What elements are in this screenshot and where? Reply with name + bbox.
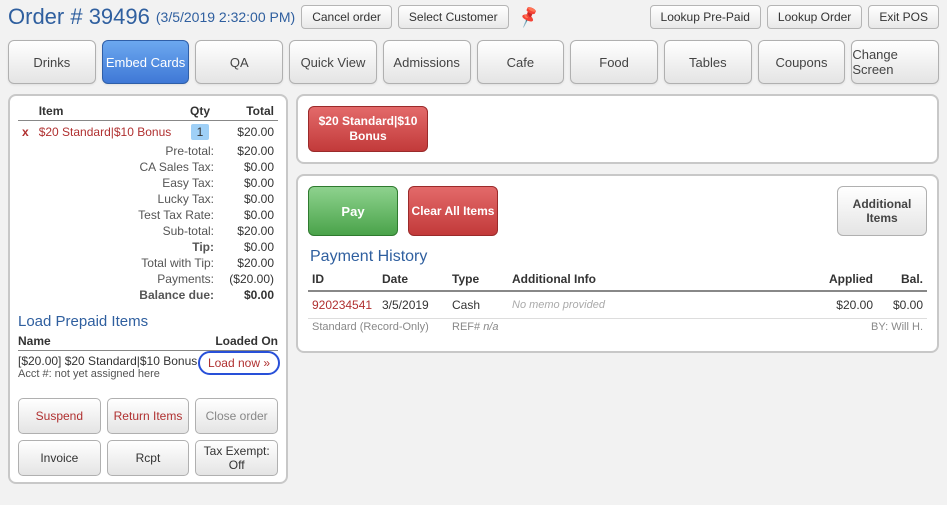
product-box: $20 Standard|$10 Bonus — [296, 94, 939, 164]
ph-col-type: Type — [448, 268, 508, 291]
prepaid-item: [$20.00] $20 Standard|$10 Bonus Acct #: … — [18, 351, 278, 380]
col-item: Item — [35, 102, 182, 121]
total-tip-value: $20.00 — [218, 255, 278, 271]
payment-ref-label: REF# — [452, 321, 480, 333]
col-total: Total — [218, 102, 278, 121]
payments-label: Payments: — [35, 271, 218, 287]
payments-value: ($20.00) — [218, 271, 278, 287]
exit-pos-button[interactable]: Exit POS — [868, 5, 939, 29]
tab-tables[interactable]: Tables — [664, 40, 752, 84]
sub-total-value: $20.00 — [218, 223, 278, 239]
invoice-button[interactable]: Invoice — [18, 440, 101, 476]
tab-quick-view[interactable]: Quick View — [289, 40, 377, 84]
ph-col-bal: Bal. — [877, 268, 927, 291]
pin-icon[interactable]: 📌 — [512, 3, 545, 31]
easy-tax-label: Easy Tax: — [35, 175, 218, 191]
payment-bal: $0.00 — [877, 291, 927, 319]
payment-history-title: Payment History — [310, 248, 927, 266]
payment-memo: No memo provided — [508, 291, 807, 319]
clear-all-button[interactable]: Clear All Items — [408, 186, 498, 236]
suspend-button[interactable]: Suspend — [18, 398, 101, 434]
lookup-order-button[interactable]: Lookup Order — [767, 5, 862, 29]
order-timestamp: (3/5/2019 2:32:00 PM) — [156, 9, 295, 25]
order-title: Order # 39496 — [8, 4, 150, 30]
line-item[interactable]: x $20 Standard|$10 Bonus 1 $20.00 — [18, 121, 278, 144]
prepaid-title: Load Prepaid Items — [18, 313, 278, 330]
tax-exempt-button[interactable]: Tax Exempt: Off — [195, 440, 278, 476]
tab-embed-cards[interactable]: Embed Cards — [102, 40, 190, 84]
line-item-total: $20.00 — [218, 121, 278, 144]
rcpt-button[interactable]: Rcpt — [107, 440, 190, 476]
ca-tax-value: $0.00 — [218, 159, 278, 175]
tab-qa[interactable]: QA — [195, 40, 283, 84]
additional-items-button[interactable]: Additional Items — [837, 186, 927, 236]
pre-total-label: Pre-total: — [35, 143, 218, 159]
tab-admissions[interactable]: Admissions — [383, 40, 471, 84]
balance-value: $0.00 — [218, 287, 278, 303]
payment-date: 3/5/2019 — [378, 291, 448, 319]
tab-food[interactable]: Food — [570, 40, 658, 84]
pay-button[interactable]: Pay — [308, 186, 398, 236]
close-order-button[interactable]: Close order — [195, 398, 278, 434]
tab-drinks[interactable]: Drinks — [8, 40, 96, 84]
payment-row[interactable]: 920234541 3/5/2019 Cash No memo provided… — [308, 291, 927, 319]
ca-tax-label: CA Sales Tax: — [35, 159, 218, 175]
line-item-qty[interactable]: 1 — [191, 124, 210, 140]
payment-by: BY: Will H. — [807, 319, 927, 342]
payment-id: 920234541 — [308, 291, 378, 319]
ph-col-info: Additional Info — [508, 268, 807, 291]
tip-label: Tip: — [35, 239, 218, 255]
select-customer-button[interactable]: Select Customer — [398, 5, 509, 29]
payment-type: Cash — [448, 291, 508, 319]
ph-col-id: ID — [308, 268, 378, 291]
line-item-name: $20 Standard|$10 Bonus — [35, 121, 182, 144]
lookup-prepaid-button[interactable]: Lookup Pre-Paid — [650, 5, 761, 29]
load-now-button[interactable]: Load now » — [198, 351, 280, 375]
prepaid-col-loaded: Loaded On — [215, 334, 278, 348]
remove-item-icon[interactable]: x — [22, 125, 31, 139]
col-qty: Qty — [182, 102, 218, 121]
product-chip[interactable]: $20 Standard|$10 Bonus — [308, 106, 428, 152]
sub-total-label: Sub-total: — [35, 223, 218, 239]
order-panel: Item Qty Total x $20 Standard|$10 Bonus … — [8, 94, 288, 484]
payment-sub-row: Standard (Record-Only) REF# n/a BY: Will… — [308, 319, 927, 342]
easy-tax-value: $0.00 — [218, 175, 278, 191]
return-items-button[interactable]: Return Items — [107, 398, 190, 434]
balance-label: Balance due: — [35, 287, 218, 303]
total-tip-label: Total with Tip: — [35, 255, 218, 271]
tab-cafe[interactable]: Cafe — [477, 40, 565, 84]
payment-applied: $20.00 — [807, 291, 877, 319]
prepaid-col-name: Name — [18, 334, 215, 348]
ph-col-applied: Applied — [807, 268, 877, 291]
ph-col-date: Date — [378, 268, 448, 291]
test-tax-value: $0.00 — [218, 207, 278, 223]
tab-coupons[interactable]: Coupons — [758, 40, 846, 84]
test-tax-label: Test Tax Rate: — [35, 207, 218, 223]
pre-total-value: $20.00 — [218, 143, 278, 159]
tip-value: $0.00 — [218, 239, 278, 255]
lucky-tax-value: $0.00 — [218, 191, 278, 207]
category-tabs: Drinks Embed Cards QA Quick View Admissi… — [0, 34, 947, 94]
payment-ref-value: n/a — [483, 321, 498, 333]
tab-change-screen[interactable]: Change Screen — [851, 40, 939, 84]
payment-box: Pay Clear All Items Additional Items Pay… — [296, 174, 939, 353]
lucky-tax-label: Lucky Tax: — [35, 191, 218, 207]
payment-kind: Standard (Record-Only) — [308, 319, 448, 342]
cancel-order-button[interactable]: Cancel order — [301, 5, 392, 29]
